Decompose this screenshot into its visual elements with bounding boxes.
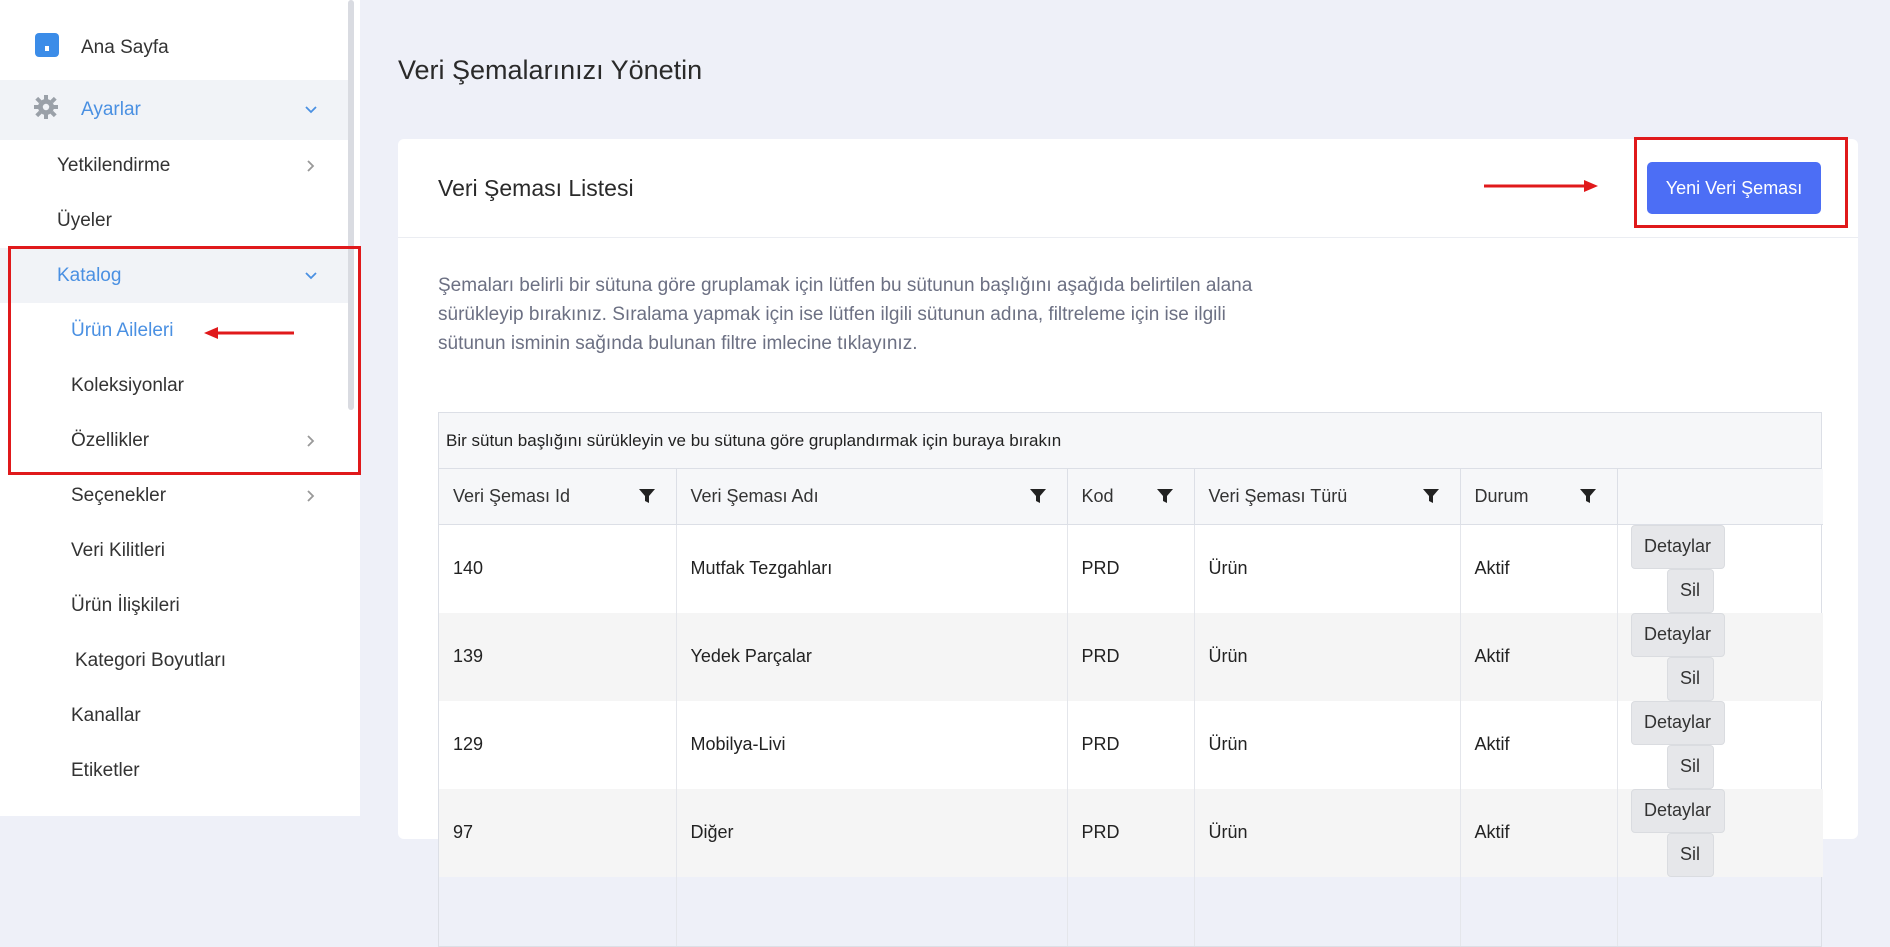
sidebar-item-label: Yetkilendirme — [57, 154, 171, 176]
gear-icon — [33, 94, 59, 126]
cell-name: Yedek Parçalar — [676, 612, 1068, 701]
card-title: Veri Şeması Listesi — [438, 175, 634, 201]
column-header-type[interactable]: Veri Şeması Türü — [1194, 469, 1461, 525]
column-header-label: Veri Şeması Adı — [690, 485, 819, 506]
details-button[interactable]: Detaylar — [1630, 612, 1725, 657]
table-row[interactable]: 139 Yedek Parçalar PRD Ürün Aktif Detayl… — [439, 612, 1823, 701]
sidebar-item-yetkilendirme[interactable]: Yetkilendirme — [0, 138, 348, 193]
cell-code: PRD — [1067, 700, 1195, 789]
filter-icon[interactable] — [1029, 487, 1047, 505]
cell-type: Ürün — [1194, 700, 1461, 789]
sidebar-item-label: Kategori Boyutları — [75, 649, 227, 671]
schema-list-card: Veri Şeması Listesi Yeni Veri Şeması Şem… — [398, 139, 1858, 947]
sidebar-item-label: Üyeler — [57, 209, 112, 231]
cell-name: Diğer — [676, 788, 1068, 877]
column-header-name[interactable]: Veri Şeması Adı — [676, 469, 1068, 525]
schema-grid: Bir sütun başlığını sürükleyin ve bu süt… — [438, 412, 1823, 947]
sidebar-item-urun-iliskileri[interactable]: Ürün İlişkileri — [0, 578, 348, 633]
filter-icon[interactable] — [638, 487, 656, 505]
sidebar-item-home[interactable]: Ana Sayfa — [0, 20, 348, 75]
annotation-highlight-box — [8, 246, 361, 475]
cell-actions: Detaylar Sil — [1617, 788, 1823, 877]
sidebar-item-settings[interactable]: Ayarlar — [0, 80, 348, 140]
table-row[interactable]: 129 Mobilya-Livi PRD Ürün Aktif Detaylar… — [439, 700, 1823, 789]
sidebar-item-kanallar[interactable]: Kanallar — [0, 688, 348, 743]
details-button[interactable]: Detaylar — [1630, 788, 1725, 833]
cell-status: Aktif — [1460, 524, 1618, 613]
table-row[interactable]: 97 Diğer PRD Ürün Aktif Detaylar Sil — [439, 788, 1823, 877]
column-header-label: Durum — [1474, 485, 1529, 506]
page-title: Veri Şemalarınızı Yönetin — [398, 55, 703, 85]
sidebar-item-kategori-boyutlari[interactable]: Kategori Boyutları — [0, 633, 348, 688]
column-header-label: Veri Şeması Türü — [1208, 485, 1348, 506]
filter-icon[interactable] — [1156, 487, 1174, 505]
cell-status: Aktif — [1460, 700, 1618, 789]
info-text: Şemaları belirli bir sütuna göre gruplam… — [438, 275, 1253, 354]
cell-type: Ürün — [1194, 612, 1461, 701]
sidebar-item-label: Ürün İlişkileri — [71, 594, 180, 616]
cell-status: Aktif — [1460, 788, 1618, 877]
column-header-label: Kod — [1081, 485, 1114, 506]
cell-actions: Detaylar Sil — [1617, 700, 1823, 789]
cell-status: Aktif — [1460, 612, 1618, 701]
sidebar-item-label: Seçenekler — [71, 484, 167, 506]
cell-type: Ürün — [1194, 524, 1461, 613]
sidebar-item-label: Etiketler — [71, 759, 140, 781]
schema-table: Veri Şeması Id Veri Şeması Adı Kod Veri … — [439, 469, 1823, 946]
details-button[interactable]: Detaylar — [1630, 700, 1725, 745]
cell-code: PRD — [1067, 524, 1195, 613]
delete-button[interactable]: Sil — [1666, 568, 1714, 613]
group-panel[interactable]: Bir sütun başlığını sürükleyin ve bu süt… — [439, 413, 1821, 469]
column-header-code[interactable]: Kod — [1067, 469, 1195, 525]
annotation-arrow-right-icon — [1484, 180, 1598, 192]
cell-type: Ürün — [1194, 788, 1461, 877]
delete-button[interactable]: Sil — [1666, 656, 1714, 701]
table-row[interactable]: 140 Mutfak Tezgahları PRD Ürün Aktif Det… — [439, 524, 1823, 613]
cell-actions: Detaylar Sil — [1617, 612, 1823, 701]
chevron-right-icon — [307, 159, 315, 172]
annotation-arrow-left-icon — [204, 327, 294, 339]
column-header-id[interactable]: Veri Şeması Id — [439, 469, 677, 525]
annotation-highlight-box — [1634, 137, 1848, 228]
column-header-label: Veri Şeması Id — [453, 485, 571, 506]
column-header-actions — [1617, 469, 1823, 525]
cell-code: PRD — [1067, 788, 1195, 877]
table-header-row: Veri Şeması Id Veri Şeması Adı Kod Veri … — [439, 469, 1823, 525]
cell-id: 97 — [439, 788, 677, 877]
sidebar-item-secenekler[interactable]: Seçenekler — [0, 468, 348, 523]
sidebar-item-label: Ana Sayfa — [81, 36, 169, 58]
chevron-down-icon — [305, 106, 317, 114]
cell-name: Mobilya-Livi — [676, 700, 1068, 789]
filter-icon[interactable] — [1579, 487, 1597, 505]
cell-code: PRD — [1067, 612, 1195, 701]
sidebar-item-etiketler[interactable]: Etiketler — [0, 743, 348, 798]
delete-button[interactable]: Sil — [1666, 744, 1714, 789]
home-icon — [34, 32, 60, 64]
cell-name: Mutfak Tezgahları — [676, 524, 1068, 613]
delete-button[interactable]: Sil — [1666, 832, 1714, 877]
cell-actions: Detaylar Sil — [1617, 524, 1823, 613]
cell-id: 129 — [439, 700, 677, 789]
details-button[interactable]: Detaylar — [1630, 524, 1725, 569]
cell-id: 140 — [439, 524, 677, 613]
table-row[interactable] — [439, 876, 1823, 946]
sidebar-item-label: Ayarlar — [81, 99, 141, 120]
sidebar-item-uyeler[interactable]: Üyeler — [0, 193, 348, 248]
chevron-right-icon — [307, 489, 315, 502]
sidebar-item-label: Veri Kilitleri — [71, 539, 165, 561]
sidebar-item-label: Kanallar — [71, 704, 141, 726]
cell-id: 139 — [439, 612, 677, 701]
column-header-status[interactable]: Durum — [1460, 469, 1618, 525]
sidebar-item-veri-kilitleri[interactable]: Veri Kilitleri — [0, 523, 348, 578]
filter-icon[interactable] — [1422, 487, 1440, 505]
